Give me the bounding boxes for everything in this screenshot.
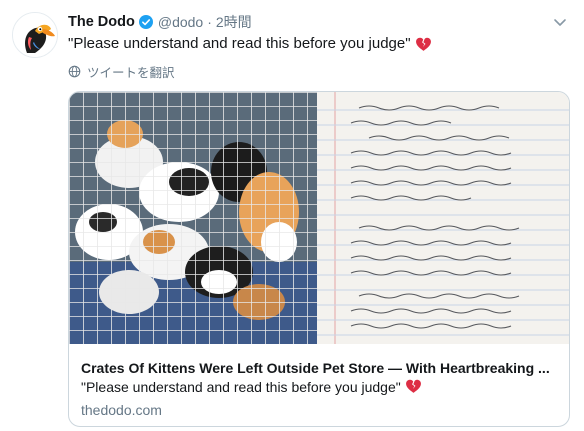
avatar[interactable] <box>12 12 58 58</box>
broken-heart-icon <box>415 37 431 51</box>
translate-label: ツイートを翻訳 <box>87 65 175 80</box>
card-title[interactable]: Crates Of Kittens Were Left Outside Pet … <box>81 360 559 376</box>
link-preview-card[interactable]: Crates Of Kittens Were Left Outside Pet … <box>68 91 570 427</box>
tweet-text-content: "Please understand and read this before … <box>68 35 411 52</box>
verified-badge-icon <box>138 15 153 29</box>
card-domain[interactable]: thedodo.com <box>81 402 162 418</box>
card-description: "Please understand and read this before … <box>81 378 559 395</box>
author-name[interactable]: The Dodo <box>68 14 135 30</box>
separator-dot: · <box>207 14 212 30</box>
broken-heart-icon <box>405 379 421 393</box>
translate-tweet-link[interactable]: ツイートを翻訳 <box>68 62 175 80</box>
timestamp[interactable]: 2時間 <box>216 12 252 32</box>
globe-icon <box>68 65 81 77</box>
author-handle[interactable]: @dodo <box>158 14 203 30</box>
card-image[interactable] <box>69 92 569 344</box>
dodo-bird-logo <box>13 13 57 57</box>
chevron-down-icon[interactable] <box>552 14 568 30</box>
kittens-crate-and-handwritten-note-image <box>69 92 569 344</box>
tweet-header: The Dodo @dodo · 2時間 <box>68 12 572 32</box>
card-description-text: "Please understand and read this before … <box>81 378 401 395</box>
tweet-text: "Please understand and read this before … <box>68 34 564 54</box>
